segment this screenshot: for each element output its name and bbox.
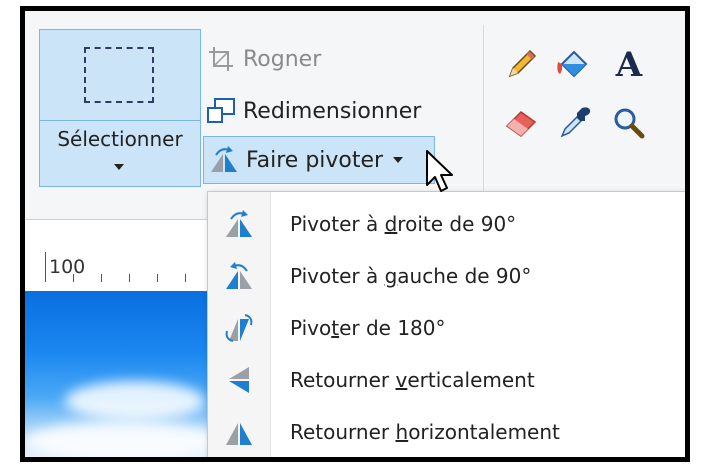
chevron-down-icon[interactable]	[393, 157, 404, 163]
menu-item-label: Pivoter à gauche de 90°	[290, 264, 532, 288]
menu-item-rotate-180[interactable]: Pivoter de 180°	[208, 302, 685, 354]
ruler-tick	[129, 274, 130, 282]
ruler-tick	[185, 274, 186, 282]
rotate-right-icon	[222, 208, 256, 240]
menu-item-label: Retourner verticalement	[290, 368, 535, 392]
text-tool-icon[interactable]: A	[609, 45, 649, 85]
ruler-tick	[73, 274, 74, 282]
rotate-button[interactable]: Faire pivoter	[203, 136, 435, 184]
rotate-dropdown-menu: Pivoter à droite de 90° Pivoter à gauche…	[207, 191, 685, 457]
flip-horizontal-icon	[222, 416, 256, 448]
menu-item-flip-vertical[interactable]: Retourner verticalement	[208, 354, 685, 406]
select-button-label: Sélectionner	[57, 127, 183, 151]
resize-label: Redimensionner	[243, 98, 422, 124]
ruler-label: 100	[49, 256, 86, 278]
selection-rectangle-icon	[84, 47, 154, 103]
menu-item-rotate-right[interactable]: Pivoter à droite de 90°	[208, 198, 685, 250]
tools-group: A	[501, 45, 661, 175]
select-button-top[interactable]	[40, 30, 200, 121]
magnifier-icon[interactable]	[609, 103, 649, 143]
ruler-tick	[45, 252, 46, 282]
canvas-cloud	[25, 421, 225, 457]
chevron-down-icon[interactable]	[114, 164, 124, 170]
canvas-cloud	[65, 381, 205, 421]
paint-window-crop: Sélectionner Rogner Redimensionner Faire…	[20, 6, 690, 462]
rotate-180-icon	[222, 312, 256, 344]
rotate-left-icon	[222, 260, 256, 292]
eraser-icon[interactable]	[501, 103, 541, 143]
rotate-icon	[208, 145, 240, 175]
menu-item-label: Pivoter à droite de 90°	[290, 212, 517, 236]
pencil-icon[interactable]	[501, 45, 541, 85]
crop-icon	[205, 44, 237, 74]
menu-item-rotate-left[interactable]: Pivoter à gauche de 90°	[208, 250, 685, 302]
menu-item-label: Retourner horizontalement	[290, 420, 560, 444]
flip-vertical-icon	[222, 364, 256, 396]
crop-button[interactable]: Rogner	[205, 39, 321, 79]
resize-icon	[205, 96, 237, 126]
menu-item-label: Pivoter de 180°	[290, 316, 446, 340]
resize-button[interactable]: Redimensionner	[205, 91, 421, 131]
ribbon-divider	[483, 25, 484, 205]
select-button[interactable]: Sélectionner	[39, 29, 201, 187]
crop-label: Rogner	[243, 46, 322, 72]
ribbon: Sélectionner Rogner Redimensionner Faire…	[25, 11, 685, 219]
mouse-cursor-icon	[425, 149, 455, 195]
ruler-tick	[157, 274, 158, 282]
fill-bucket-icon[interactable]	[553, 45, 593, 85]
color-picker-icon[interactable]	[555, 103, 595, 143]
ruler-tick	[101, 274, 102, 282]
rotate-label: Faire pivoter	[246, 147, 384, 173]
menu-item-flip-horizontal[interactable]: Retourner horizontalement	[208, 406, 685, 457]
